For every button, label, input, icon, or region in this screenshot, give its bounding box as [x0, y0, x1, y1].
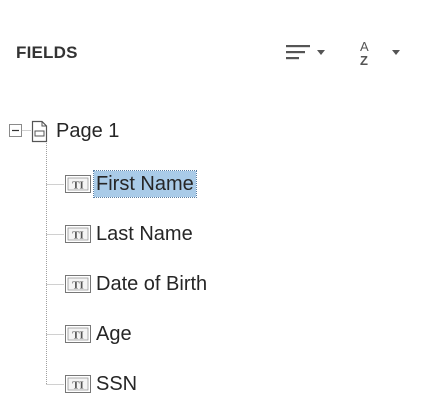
svg-text:TI: TI	[72, 380, 84, 392]
tree-connectors	[9, 120, 64, 385]
text-field-icon: TI	[65, 225, 91, 243]
field-label-first-name[interactable]: First Name	[93, 170, 197, 198]
page-icon	[31, 120, 48, 143]
text-field-icon: TI	[65, 325, 91, 343]
fields-panel: FIELDS A Z Page 1 TI First Name TI Last …	[0, 0, 446, 411]
collapse-toggle-icon[interactable]	[9, 124, 22, 137]
text-field-icon: TI	[65, 275, 91, 293]
svg-text:TI: TI	[72, 280, 84, 292]
svg-text:TI: TI	[72, 180, 84, 192]
tree-root-label[interactable]: Page 1	[54, 118, 121, 144]
field-label-ssn[interactable]: SSN	[94, 371, 139, 397]
text-field-icon: TI	[65, 175, 91, 193]
field-label-date-of-birth[interactable]: Date of Birth	[94, 271, 209, 297]
field-label-age[interactable]: Age	[94, 321, 134, 347]
text-field-icon: TI	[65, 375, 91, 393]
field-label-last-name[interactable]: Last Name	[94, 221, 195, 247]
svg-text:TI: TI	[72, 230, 84, 242]
svg-text:TI: TI	[72, 330, 84, 342]
